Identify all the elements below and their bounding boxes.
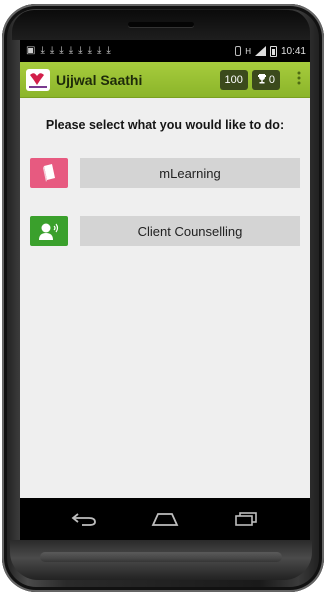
- back-icon[interactable]: [64, 504, 104, 534]
- trophy-counter[interactable]: 0: [251, 69, 280, 90]
- download-notification-icon: ⤓: [49, 45, 55, 56]
- vibrate-icon: [235, 46, 242, 56]
- battery-icon: [269, 45, 277, 57]
- app-title: Ujjwal Saathi: [56, 71, 143, 88]
- trophy-icon: [257, 73, 267, 87]
- option-mlearning: mLearning: [30, 158, 300, 188]
- selection-prompt: Please select what you would like to do:: [45, 118, 285, 132]
- download-notification-icon: ⤓: [40, 45, 45, 56]
- download-notification-icon: ⤓: [78, 45, 83, 56]
- recent-apps-icon[interactable]: [226, 504, 266, 534]
- speaking-person-icon[interactable]: [30, 216, 68, 246]
- network-type-label: H: [245, 46, 251, 56]
- download-notification-icon: ⤓: [106, 45, 111, 56]
- overflow-menu-icon[interactable]: [294, 71, 304, 89]
- status-bar: ▣ ⤓ ⤓ ⤓ ⤓ ⤓ ⤓ ⤓ ⤓ H 10:41: [20, 40, 310, 62]
- trophy-value: 0: [268, 73, 275, 86]
- download-notification-icon: ⤓: [96, 45, 102, 56]
- clock: 10:41: [280, 45, 306, 57]
- points-value: 100: [224, 73, 243, 86]
- signal-strength-icon: [254, 46, 266, 56]
- book-icon[interactable]: [30, 158, 68, 188]
- main-content: Please select what you would like to do:…: [20, 98, 310, 246]
- ujjwal-saathi-logo-icon: [26, 68, 50, 91]
- phone-bottom-shine: [40, 552, 282, 562]
- client-counselling-button[interactable]: Client Counselling: [80, 216, 300, 246]
- option-client-counselling: Client Counselling: [30, 216, 300, 246]
- app-bar: Ujjwal Saathi 100 0: [20, 62, 310, 98]
- points-counter[interactable]: 100: [219, 69, 248, 90]
- system-status-icons: H 10:41: [235, 45, 306, 57]
- download-notification-icon: ⤓: [87, 45, 92, 56]
- android-nav-bar: [20, 498, 310, 540]
- download-notification-icon: ⤓: [59, 45, 64, 56]
- notification-icons: ▣ ⤓ ⤓ ⤓ ⤓ ⤓ ⤓ ⤓ ⤓: [26, 46, 111, 56]
- download-notification-icon: ⤓: [68, 45, 74, 56]
- mlearning-button[interactable]: mLearning: [80, 158, 300, 188]
- home-icon[interactable]: [145, 504, 185, 534]
- screenshot-notification-icon: ▣: [26, 45, 36, 56]
- earpiece-speaker: [128, 22, 194, 27]
- phone-screen: ▣ ⤓ ⤓ ⤓ ⤓ ⤓ ⤓ ⤓ ⤓ H 10:41 Ujjwal Saathi: [20, 40, 310, 540]
